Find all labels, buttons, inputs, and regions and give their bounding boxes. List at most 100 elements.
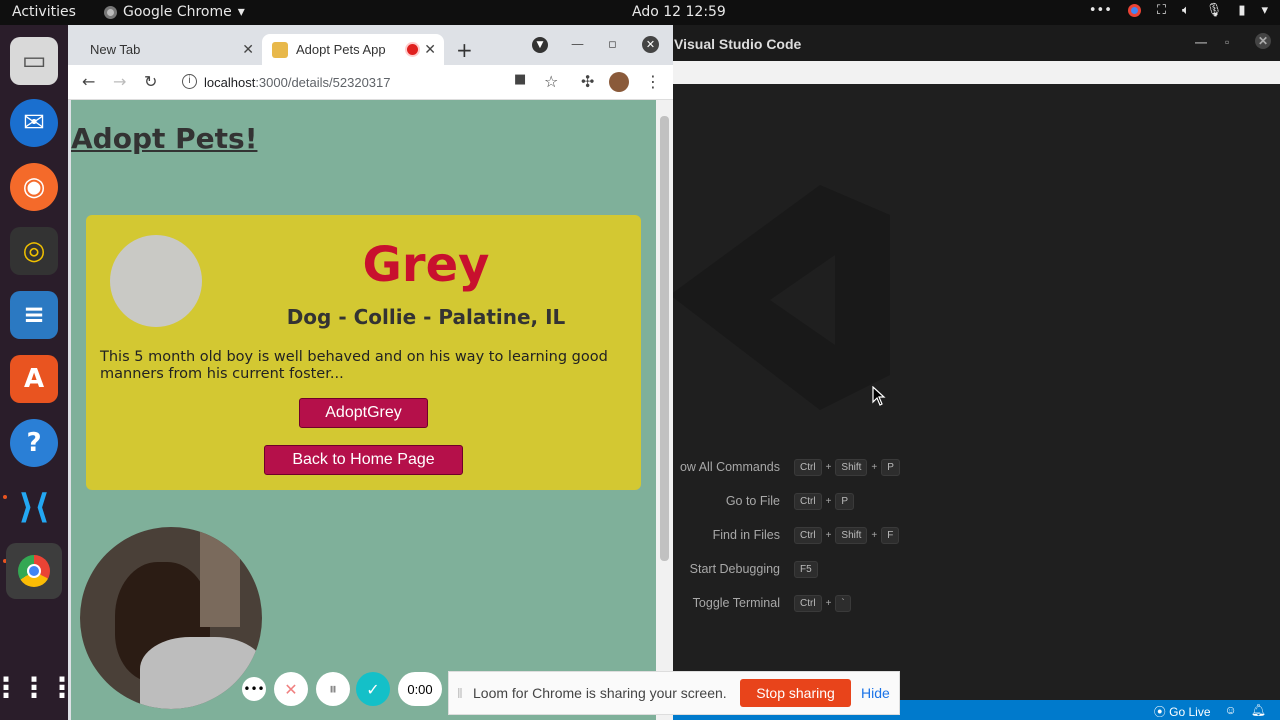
chrome-dock-icon[interactable] [6, 543, 62, 599]
chrome-logo-icon [18, 555, 50, 587]
vscode-title: Visual Studio Code [674, 36, 802, 52]
webcam-hoodie [140, 637, 262, 709]
firefox-icon[interactable]: ◉ [10, 163, 58, 211]
chrome-small-icon [104, 5, 117, 19]
tab-new-tab[interactable]: New Tab ✕ [76, 34, 262, 65]
close-tab-icon[interactable]: ✕ [242, 41, 254, 58]
profile-avatar[interactable] [609, 72, 629, 92]
more-icon[interactable]: ••• [1089, 3, 1112, 18]
info-icon[interactable]: i [182, 74, 197, 89]
writer-icon[interactable]: ≡ [10, 291, 58, 339]
caret-down-icon: ▾ [237, 4, 245, 20]
battery-icon[interactable]: ▮ [1238, 3, 1245, 18]
show-apps-icon[interactable]: ⋮⋮⋮ [0, 663, 76, 711]
thunderbird-icon[interactable]: ✉ [10, 99, 58, 147]
back-icon[interactable]: ← [82, 72, 95, 91]
key-plus: + [825, 495, 832, 507]
scrollbar-thumb[interactable] [660, 116, 669, 561]
extensions-icon[interactable]: ✣ [581, 72, 594, 91]
broadcast-icon: ⦿ [1153, 705, 1170, 719]
pet-description: This 5 month old boy is well behaved and… [100, 349, 608, 382]
feedback-icon[interactable]: ☺ [1225, 703, 1237, 720]
url-path: :3000/details/52320317 [255, 75, 391, 90]
tab-adopt-pets[interactable]: Adopt Pets App ✕ [262, 34, 444, 65]
help-icon[interactable]: ? [10, 419, 58, 467]
clock[interactable]: Ado 12 12:59 [632, 4, 726, 20]
system-top-bar: Activities Google Chrome ▾ Ado 12 12:59 … [0, 0, 1280, 25]
key: F5 [794, 560, 818, 578]
shortcut-toggle-terminal[interactable]: Toggle Terminal Ctrl + ` [670, 593, 990, 613]
shortcut-label: Go to File [725, 494, 780, 508]
menu-icon[interactable]: ⋮ [645, 72, 661, 91]
star-icon[interactable]: ☆ [544, 72, 558, 91]
vscode-menubar [670, 61, 1280, 84]
new-tab-button[interactable]: + [456, 38, 473, 62]
drag-handle-icon[interactable]: ‖ [457, 685, 463, 701]
shortcut-label: Find in Files [712, 528, 780, 542]
go-live-button[interactable]: ⦿ Go Live [1154, 703, 1211, 720]
loom-pause-button[interactable]: ⏸︎ [316, 672, 350, 706]
key: Ctrl [794, 458, 822, 476]
key-plus: + [825, 597, 832, 609]
close-icon[interactable]: ✕ [1255, 33, 1271, 49]
close-tab-icon[interactable]: ✕ [424, 41, 436, 58]
tab-label: Adopt Pets App [296, 42, 386, 57]
chrome-tray-icon[interactable] [1127, 4, 1141, 17]
mic-icon[interactable]: 🎙︎ [1206, 3, 1223, 18]
network-icon[interactable]: ⛶ [1157, 3, 1166, 18]
files-icon[interactable]: ▭ [10, 37, 58, 85]
key: F [881, 526, 900, 544]
close-window-icon[interactable]: ✕ [642, 36, 659, 53]
shortcut-go-to-file[interactable]: Go to File Ctrl + P [670, 491, 990, 511]
site-title-link[interactable]: Adopt Pets! [71, 122, 257, 155]
key: Ctrl [794, 594, 822, 612]
maximize-icon[interactable]: ▫ [608, 37, 617, 52]
minimize-icon[interactable]: — [1195, 35, 1207, 49]
pet-photo [110, 235, 202, 327]
tab-strip: New Tab ✕ Adopt Pets App ✕ + ▼ — ▫ ✕ [68, 25, 673, 65]
shortcut-show-all-commands[interactable]: ow All Commands Ctrl + Shift + P [670, 457, 990, 477]
system-tray[interactable]: ••• ⛶ 🔈︎ 🎙︎ ▮ ▾ [1089, 3, 1268, 18]
shortcut-find-in-files[interactable]: Find in Files Ctrl + Shift + F [670, 525, 990, 545]
back-home-button[interactable]: Back to Home Page [264, 445, 463, 475]
loom-sharing-bar: ‖ Loom for Chrome is sharing your screen… [448, 671, 900, 715]
reload-icon[interactable]: ↻ [144, 72, 157, 91]
vscode-window: Visual Studio Code — ▫ ✕ ow All Commands… [670, 25, 1280, 720]
hide-button[interactable]: Hide [861, 685, 890, 701]
url-host: localhost [204, 75, 256, 90]
shortcut-keys: Ctrl + ` [794, 594, 851, 612]
vscode-icon[interactable]: ⟩⟨ [10, 483, 58, 531]
restore-icon[interactable]: ▫ [1225, 35, 1229, 49]
rhythmbox-icon[interactable]: ◎ [10, 227, 58, 275]
key: P [835, 492, 855, 510]
pet-favicon-icon [272, 41, 288, 58]
shortcut-label: Start Debugging [689, 562, 780, 576]
notifications-icon[interactable]: 🔔︎ [1251, 703, 1266, 720]
pet-name: Grey [362, 237, 490, 293]
tab-search-icon[interactable]: ▼ [532, 37, 548, 53]
shortcut-start-debugging[interactable]: Start Debugging F5 [670, 559, 990, 579]
activities-button[interactable]: Activities [12, 4, 76, 20]
app-menu[interactable]: Google Chrome ▾ [104, 4, 245, 20]
loom-finish-button[interactable]: ✓ [356, 672, 390, 706]
adopt-button[interactable]: AdoptGrey [299, 398, 428, 428]
dropdown-icon[interactable]: ▾ [1261, 3, 1268, 18]
volume-icon[interactable]: 🔈︎ [1182, 3, 1190, 18]
key-plus: + [871, 461, 878, 473]
loom-more-button[interactable]: ••• [242, 677, 266, 701]
key-plus: + [825, 461, 832, 473]
forward-icon[interactable]: → [113, 72, 126, 91]
key: P [881, 458, 900, 476]
camera-icon[interactable]: ■ [514, 72, 526, 87]
tab-label: New Tab [90, 42, 141, 57]
software-center-icon[interactable]: A [10, 355, 58, 403]
address-bar[interactable]: i localhost:3000/details/52320317 [174, 69, 564, 96]
go-live-label: Go Live [1169, 705, 1211, 719]
loom-webcam-bubble[interactable] [80, 527, 262, 709]
key: Shift [835, 526, 868, 544]
scrollbar[interactable] [656, 100, 673, 720]
stop-sharing-button[interactable]: Stop sharing [740, 679, 851, 707]
key: ` [835, 594, 851, 612]
loom-cancel-button[interactable]: ✕ [274, 672, 308, 706]
minimize-icon[interactable]: — [571, 37, 584, 52]
